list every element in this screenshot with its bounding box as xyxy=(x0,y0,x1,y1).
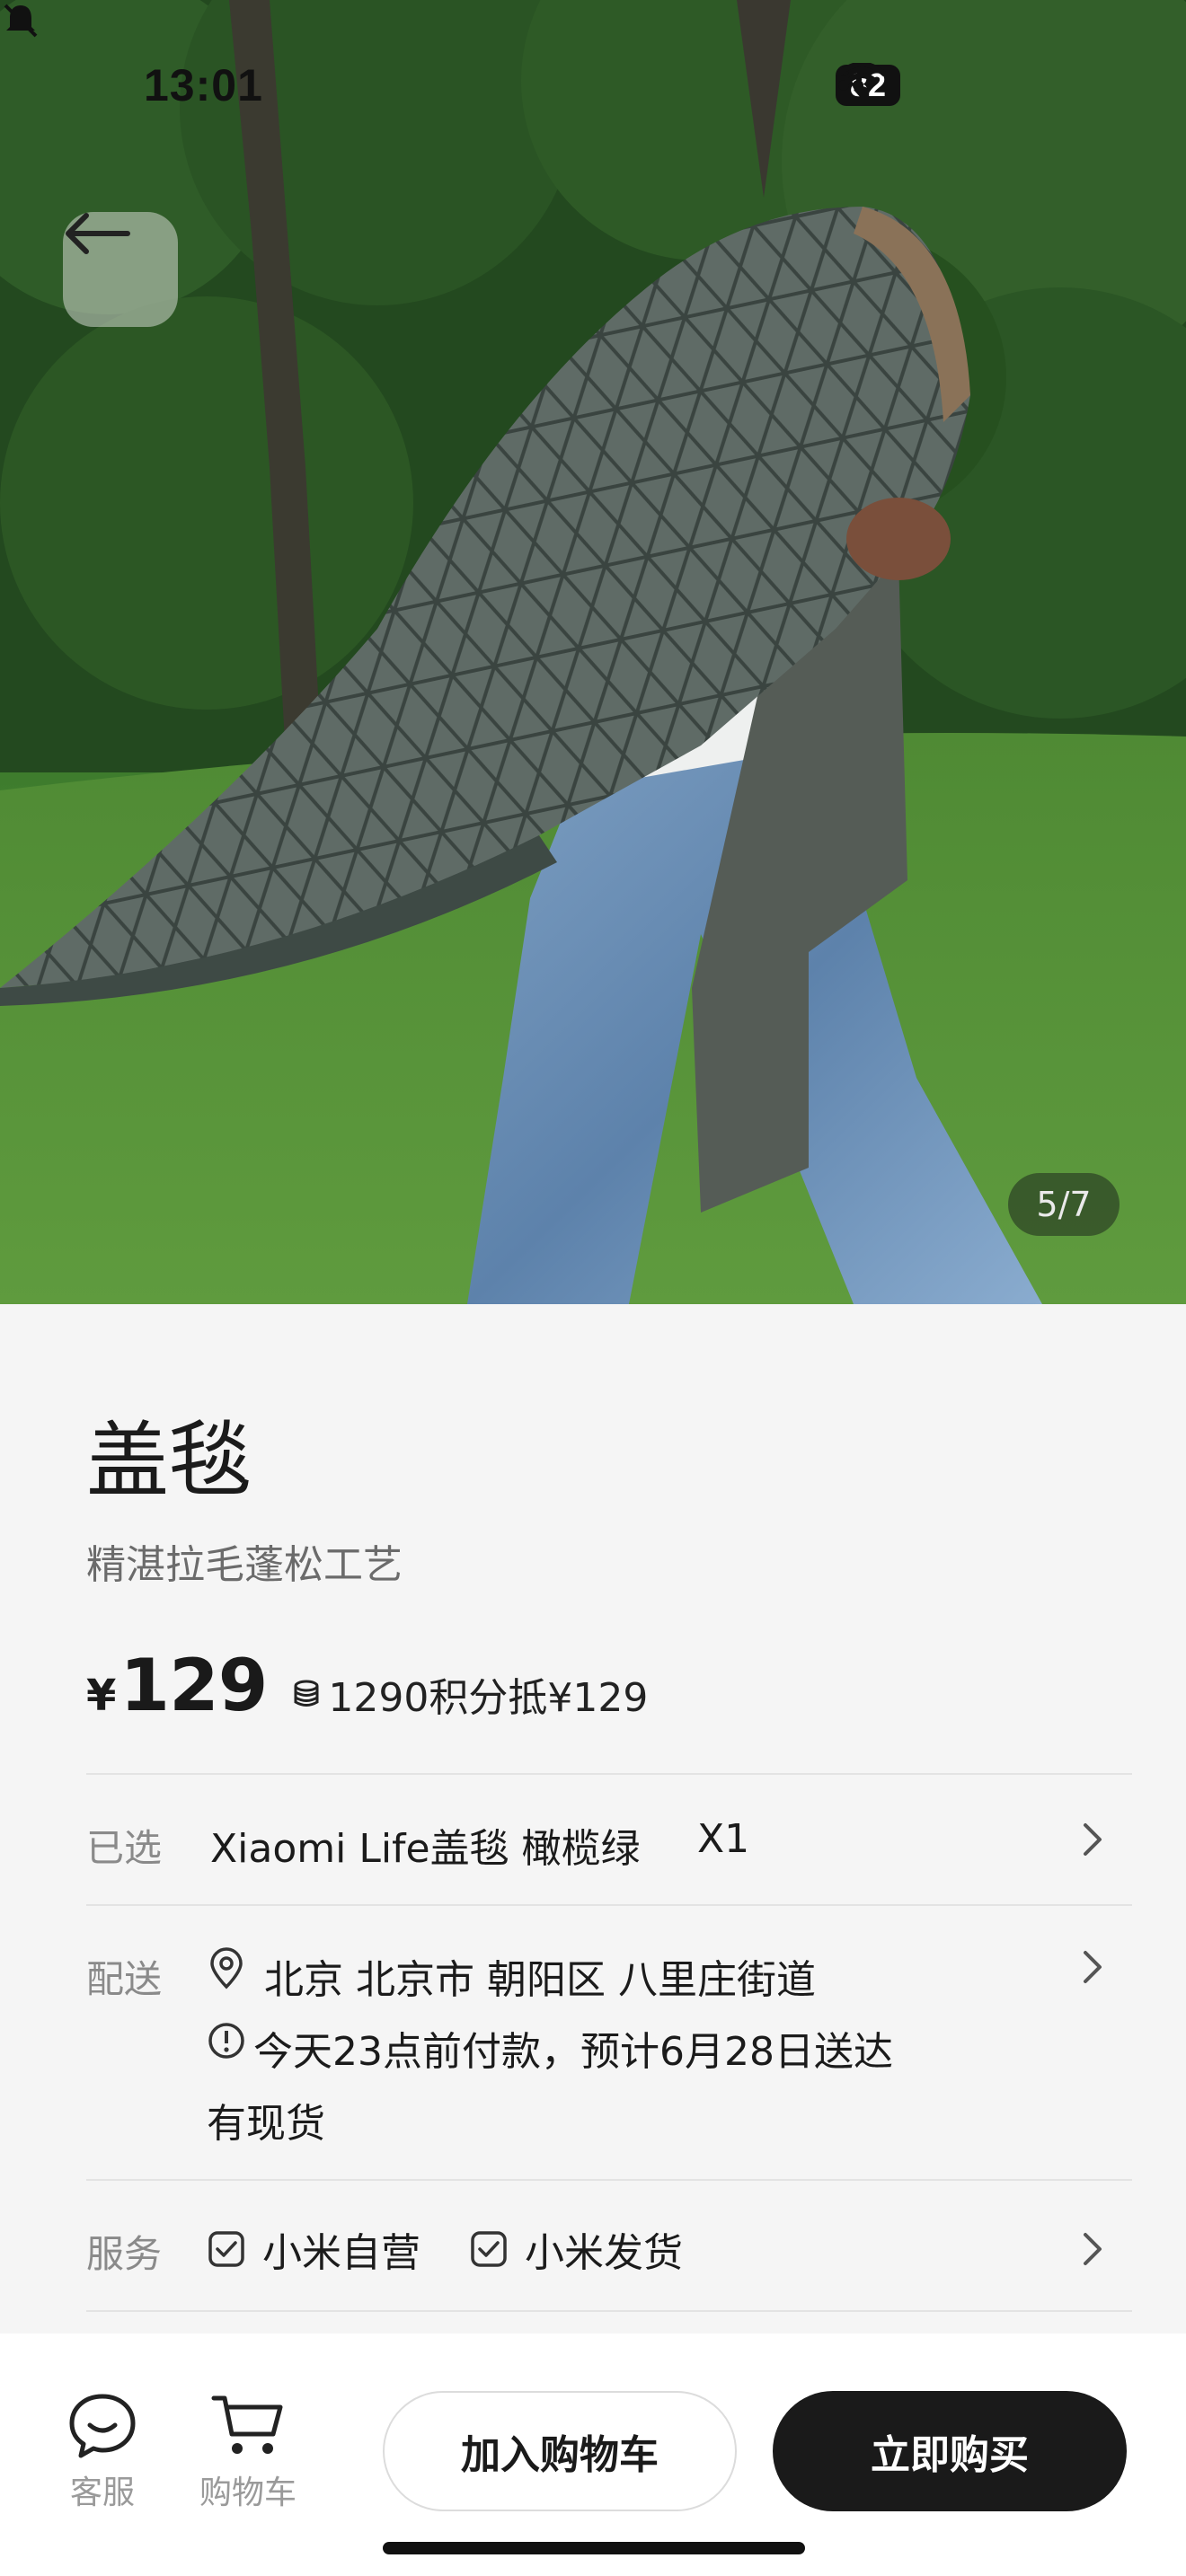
service-item-label: 小米自营 xyxy=(262,2230,420,2276)
chevron-right-icon[interactable] xyxy=(1078,1820,1105,1859)
check-square-icon xyxy=(208,2231,244,2267)
back-button[interactable] xyxy=(63,212,178,327)
service-item: 小米发货 xyxy=(469,2220,683,2278)
coin-stack-icon xyxy=(294,1680,319,1707)
price-value: 129 xyxy=(119,1644,268,1727)
wifi-icon xyxy=(836,63,887,99)
product-title: 盖毯 xyxy=(86,1413,252,1509)
product-detail-page: 13:01 82 5/7 盖毯 精湛拉毛蓬松工艺 ¥ 129 1290积分抵¥1… xyxy=(0,0,1186,2576)
cart-label: 购物车 xyxy=(199,2475,297,2511)
service-item-label: 小米发货 xyxy=(525,2230,683,2276)
price-currency: ¥ xyxy=(86,1671,117,1721)
divider xyxy=(86,2310,1132,2312)
points-offer: 1290积分抵¥129 xyxy=(290,1665,648,1723)
status-time: 13:01 xyxy=(144,60,263,110)
info-circle-icon xyxy=(208,2023,244,2059)
service-item: 小米自营 xyxy=(207,2220,420,2278)
price-row: ¥ 129 1290积分抵¥129 xyxy=(86,1644,648,1727)
points-text: 1290积分抵¥129 xyxy=(328,1675,649,1721)
bell-muted-icon xyxy=(4,4,38,38)
customer-service-button[interactable]: 客服 xyxy=(66,2391,138,2513)
service-label: 服务 xyxy=(86,2232,163,2276)
bottom-action-bar: 客服 购物车 加入购物车 立即购买 xyxy=(0,2333,1186,2576)
home-indicator[interactable] xyxy=(383,2542,805,2554)
location-pin-icon xyxy=(210,1947,243,1989)
customer-service-label: 客服 xyxy=(69,2475,135,2511)
buy-now-button[interactable]: 立即购买 xyxy=(773,2391,1127,2511)
divider xyxy=(86,2179,1132,2181)
delivery-address: 北京 北京市 朝阳区 八里庄街道 xyxy=(264,1957,816,2003)
image-counter: 5/7 xyxy=(1008,1173,1120,1236)
chevron-right-icon[interactable] xyxy=(1078,2229,1105,2269)
divider xyxy=(86,1904,1132,1906)
shopping-cart-icon xyxy=(211,2395,283,2454)
selected-variant-value: Xiaomi Life盖毯 橄榄绿 xyxy=(210,1826,641,1872)
selected-label: 已选 xyxy=(86,1826,163,1870)
cart-button[interactable]: 购物车 xyxy=(199,2391,296,2513)
delivery-label: 配送 xyxy=(86,1957,163,2001)
product-image-gallery[interactable]: 13:01 82 5/7 xyxy=(0,0,1186,1304)
selected-quantity: X1 xyxy=(697,1816,750,1862)
add-to-cart-button[interactable]: 加入购物车 xyxy=(383,2391,737,2511)
status-bar: 13:01 82 xyxy=(0,0,1186,171)
product-subtitle: 精湛拉毛蓬松工艺 xyxy=(86,1542,403,1588)
product-photo xyxy=(0,0,1186,1304)
chevron-right-icon[interactable] xyxy=(1078,1947,1105,1987)
delivery-eta: 今天23点前付款，预计6月28日送达 xyxy=(253,2029,893,2075)
status-icons: 82 xyxy=(836,63,900,108)
divider xyxy=(86,1773,1132,1775)
arrow-left-icon xyxy=(66,213,130,254)
check-square-icon xyxy=(471,2231,507,2267)
stock-status: 有现货 xyxy=(207,2101,325,2147)
chat-bubble-icon xyxy=(69,2394,136,2458)
